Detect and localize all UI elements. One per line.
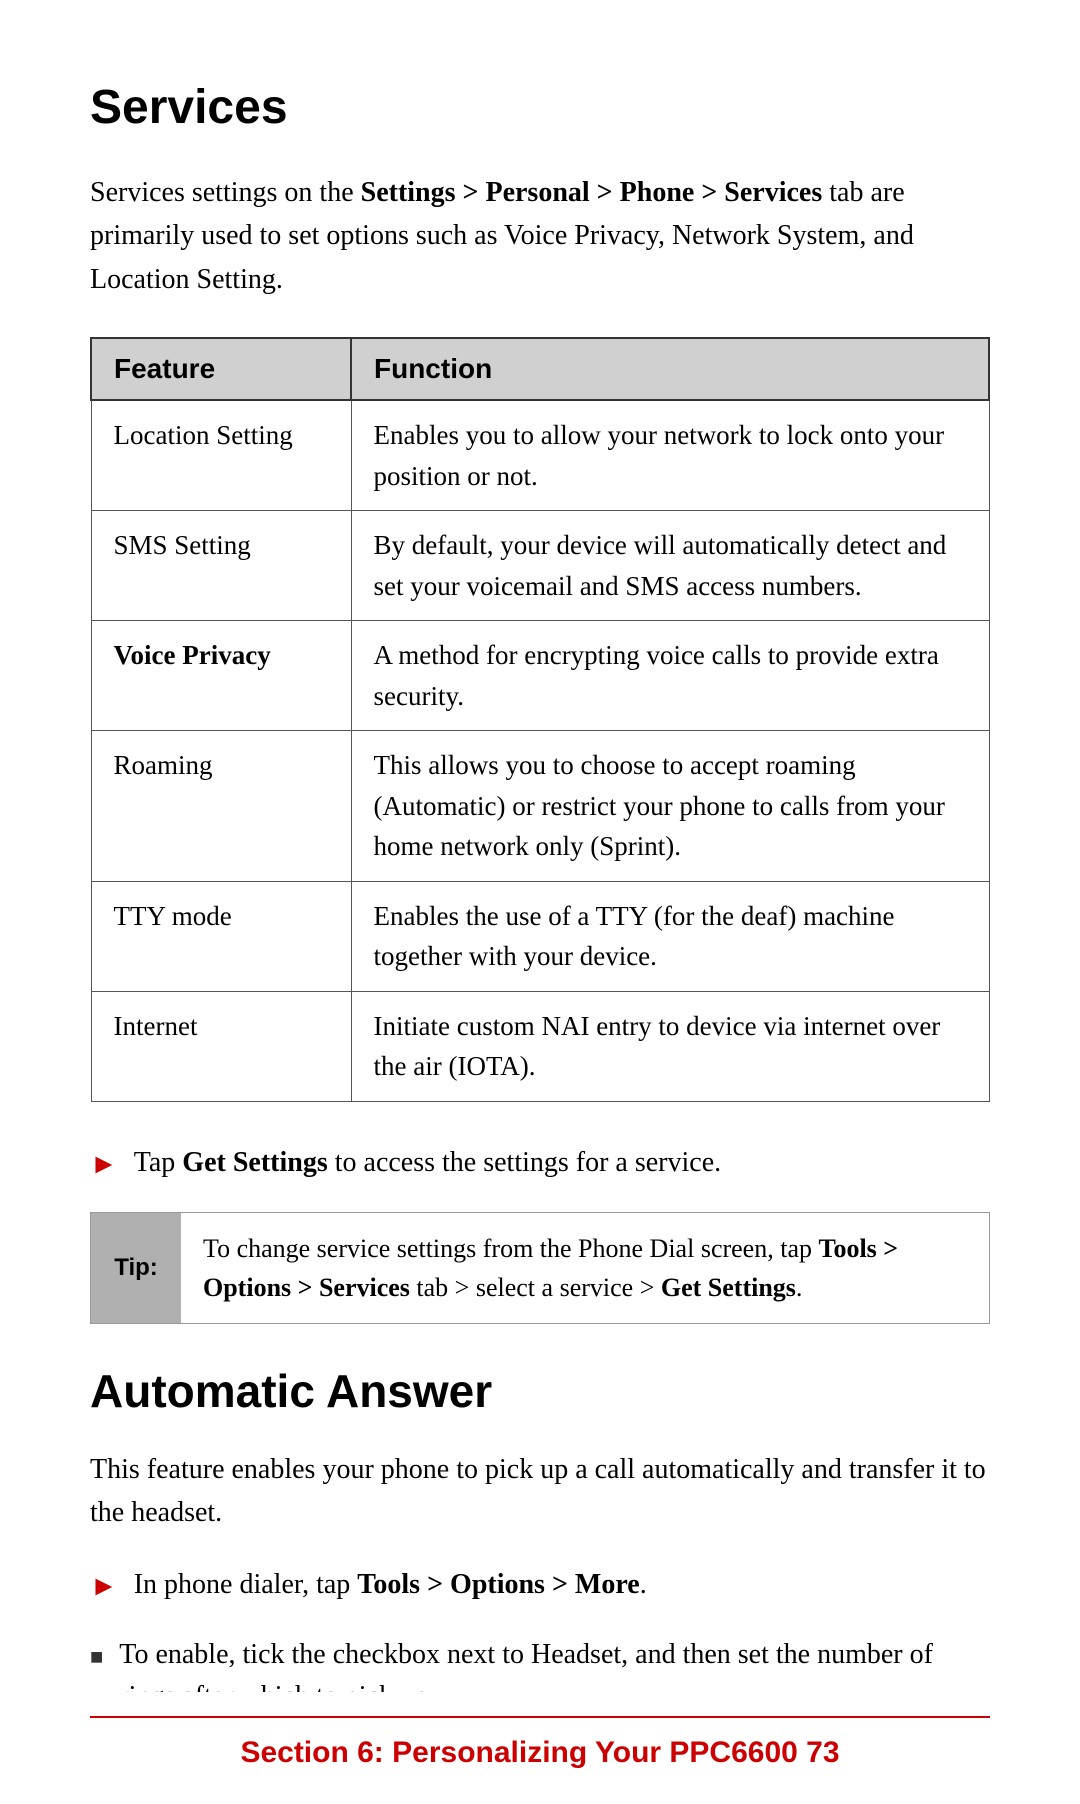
section2-heading: Automatic Answer [90, 1364, 990, 1418]
arrow-icon: ► [90, 1144, 118, 1186]
section2-body: This feature enables your phone to pick … [90, 1448, 990, 1535]
table-function-cell: Enables you to allow your network to loc… [351, 400, 989, 511]
table-feature-cell: Roaming [91, 731, 351, 882]
table-function-cell: Initiate custom NAI entry to device via … [351, 991, 989, 1101]
table-feature-cell: Location Setting [91, 400, 351, 511]
table-row: InternetInitiate custom NAI entry to dev… [91, 991, 989, 1101]
square-icon: ■ [90, 1640, 103, 1673]
table-header-function: Function [351, 338, 989, 400]
get-settings-bold: Get Settings [182, 1147, 327, 1178]
table-feature-cell: SMS Setting [91, 511, 351, 621]
tools-options-bold: Tools > Options > More [357, 1569, 639, 1600]
table-feature-cell: Internet [91, 991, 351, 1101]
bullet-tools-options: ► In phone dialer, tap Tools > Options >… [90, 1564, 990, 1608]
bullet-get-settings: ► Tap Get Settings to access the setting… [90, 1142, 990, 1186]
tip-box: Tip: To change service settings from the… [90, 1212, 990, 1324]
bullet-tools-text: In phone dialer, tap Tools > Options > M… [134, 1564, 647, 1606]
table-function-cell: By default, your device will automatical… [351, 511, 989, 621]
tip-content: To change service settings from the Phon… [181, 1213, 989, 1323]
bullet-get-settings-text: Tap Get Settings to access the settings … [134, 1142, 721, 1184]
table-row: Voice PrivacyA method for encrypting voi… [91, 621, 989, 731]
table-feature-cell: Voice Privacy [91, 621, 351, 731]
table-feature-cell: TTY mode [91, 881, 351, 991]
intro-bold-path: Settings > Personal > Phone > Services [361, 177, 823, 208]
footer-inner: Section 6: Personalizing Your PPC6600 73 [90, 1716, 990, 1770]
table-row: TTY modeEnables the use of a TTY (for th… [91, 881, 989, 991]
intro-paragraph: Services settings on the Settings > Pers… [90, 171, 990, 301]
table-function-cell: A method for encrypting voice calls to p… [351, 621, 989, 731]
page-footer: Section 6: Personalizing Your PPC6600 73 [0, 1692, 1080, 1800]
arrow-icon-2: ► [90, 1566, 118, 1608]
table-header-feature: Feature [91, 338, 351, 400]
features-table: Feature Function Location SettingEnables… [90, 337, 990, 1102]
page-title: Services [90, 80, 990, 135]
table-row: RoamingThis allows you to choose to acce… [91, 731, 989, 882]
table-row: Location SettingEnables you to allow you… [91, 400, 989, 511]
footer-text: Section 6: Personalizing Your PPC6600 73 [240, 1736, 839, 1769]
tip-label: Tip: [91, 1213, 181, 1323]
table-function-cell: This allows you to choose to accept roam… [351, 731, 989, 882]
table-function-cell: Enables the use of a TTY (for the deaf) … [351, 881, 989, 991]
table-row: SMS SettingBy default, your device will … [91, 511, 989, 621]
